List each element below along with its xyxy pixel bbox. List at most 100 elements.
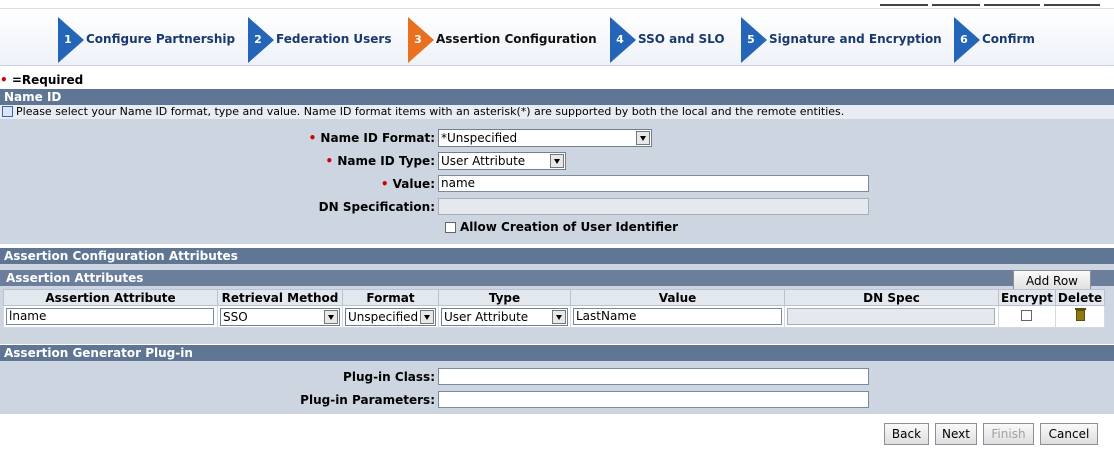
- name-id-type-label: • Name ID Type:: [325, 154, 435, 168]
- attribute-cell: lname: [3, 305, 218, 328]
- plugin-params-label: Plug-in Parameters:: [300, 392, 435, 407]
- top-tab[interactable]: [932, 0, 980, 6]
- dn-specification-label: DN Specification:: [318, 199, 435, 214]
- name-id-type-value: User Attribute: [441, 154, 526, 168]
- format-select[interactable]: Unspecified: [345, 307, 436, 326]
- required-note-text: =Required: [11, 73, 84, 87]
- top-tab[interactable]: [984, 0, 1040, 6]
- plugin-params-row: Plug-in Parameters:: [138, 391, 869, 408]
- delete-cell: [1054, 305, 1106, 328]
- step-arrow-icon: 4: [610, 17, 636, 63]
- name-id-value-label: • Value:: [380, 176, 435, 191]
- column-header: Value: [570, 289, 785, 306]
- plugin-class-input[interactable]: [438, 368, 869, 385]
- column-header: DN Spec: [784, 289, 999, 306]
- allow-creation-row: Allow Creation of User Identifier: [445, 220, 678, 234]
- step-number: 4: [616, 33, 624, 46]
- top-tab-strip: [880, 0, 1100, 8]
- assertion-attributes-header: Assertion Attributes: [0, 270, 1114, 286]
- top-tab[interactable]: [1044, 0, 1100, 6]
- plugin-class-label: Plug-in Class:: [343, 369, 435, 384]
- table-header-row: Assertion Attribute Retrieval Method For…: [3, 289, 1106, 306]
- wizard-step-2[interactable]: 2 Federation Users: [248, 17, 392, 63]
- name-id-format-value: *Unspecified: [441, 131, 518, 145]
- assertion-config-header: Assertion Configuration Attributes: [0, 248, 1114, 264]
- type-value: User Attribute: [444, 309, 529, 324]
- top-tab[interactable]: [880, 0, 928, 6]
- chevron-down-icon: [420, 309, 434, 324]
- column-header: Format: [342, 289, 439, 306]
- next-button[interactable]: Next: [935, 423, 977, 445]
- dn-specification-row: DN Specification:: [138, 198, 869, 215]
- chevron-down-icon: [324, 309, 338, 324]
- name-id-value-input[interactable]: name: [438, 175, 869, 192]
- column-header: Delete: [1054, 289, 1106, 306]
- column-header: Assertion Attribute: [3, 289, 218, 306]
- wizard-step-3[interactable]: 3 Assertion Configuration: [408, 17, 597, 63]
- plugin-panel: Plug-in Class: Plug-in Parameters:: [0, 361, 1114, 414]
- name-id-type-row: • Name ID Type: User Attribute: [138, 152, 566, 170]
- column-header: Type: [438, 289, 571, 306]
- plugin-class-row: Plug-in Class:: [138, 368, 869, 385]
- step-number: 2: [254, 33, 262, 46]
- step-label: Configure Partnership: [86, 32, 236, 46]
- step-label: SSO and SLO: [638, 32, 725, 46]
- name-id-value-row: • Value: name: [138, 175, 869, 192]
- step-label: Signature and Encryption: [769, 32, 942, 46]
- trash-icon[interactable]: [1074, 307, 1086, 321]
- encrypt-cell: [998, 305, 1056, 328]
- assertion-attribute-input[interactable]: lname: [6, 308, 214, 325]
- table-row: lname SSO Unspecified User Attribute Las…: [3, 305, 1106, 328]
- chevron-down-icon: [552, 309, 566, 324]
- column-header: Encrypt: [998, 289, 1056, 306]
- wizard-step-4[interactable]: 4 SSO and SLO: [610, 17, 725, 63]
- encrypt-checkbox[interactable]: [1021, 309, 1033, 321]
- allow-creation-label: Allow Creation of User Identifier: [460, 220, 679, 234]
- info-icon: [2, 106, 13, 117]
- wizard-step-6[interactable]: 6 Confirm: [954, 17, 1035, 63]
- dn-spec-cell: [784, 305, 999, 328]
- back-button[interactable]: Back: [884, 423, 929, 445]
- plugin-params-input[interactable]: [438, 391, 869, 408]
- step-arrow-icon: 2: [248, 17, 274, 63]
- step-arrow-icon: 5: [741, 17, 767, 63]
- retrieval-method-select[interactable]: SSO: [220, 307, 340, 326]
- value-cell: LastName: [570, 305, 785, 328]
- retrieval-method-value: SSO: [223, 309, 248, 324]
- name-id-info-text: Please select your Name ID format, type …: [16, 105, 845, 118]
- name-id-format-label: • Name ID Format:: [308, 131, 435, 145]
- dn-specification-input[interactable]: [438, 198, 869, 215]
- column-header: Retrieval Method: [217, 289, 343, 306]
- wizard-step-5[interactable]: 5 Signature and Encryption: [741, 17, 942, 63]
- value-input[interactable]: LastName: [573, 308, 782, 325]
- name-id-header: Name ID: [0, 89, 1114, 105]
- name-id-type-select[interactable]: User Attribute: [438, 152, 566, 170]
- cancel-button[interactable]: Cancel: [1040, 423, 1098, 445]
- format-value: Unspecified: [348, 309, 419, 324]
- chevron-down-icon: [636, 131, 650, 145]
- dn-spec-input[interactable]: [787, 308, 995, 325]
- required-dot-icon: •: [0, 73, 8, 87]
- format-cell: Unspecified: [342, 305, 439, 328]
- wizard-step-1[interactable]: 1 Configure Partnership: [58, 17, 236, 63]
- step-number: 1: [64, 33, 72, 46]
- name-id-info: Please select your Name ID format, type …: [0, 105, 1114, 119]
- name-id-panel: Please select your Name ID format, type …: [0, 105, 1114, 244]
- type-select[interactable]: User Attribute: [441, 307, 568, 326]
- allow-creation-checkbox[interactable]: [445, 221, 456, 233]
- step-number: 6: [960, 33, 968, 46]
- required-note: • =Required: [0, 73, 83, 87]
- step-arrow-icon: 1: [58, 17, 84, 63]
- chevron-down-icon: [550, 154, 564, 168]
- step-arrow-icon: 3: [408, 17, 434, 63]
- step-label: Federation Users: [276, 32, 392, 46]
- plugin-header: Assertion Generator Plug-in: [0, 345, 1114, 361]
- step-number: 5: [747, 33, 755, 46]
- step-label: Assertion Configuration: [436, 32, 597, 46]
- step-arrow-icon: 6: [954, 17, 980, 63]
- assertion-attributes-table: Assertion Attribute Retrieval Method For…: [3, 289, 1106, 328]
- name-id-format-select[interactable]: *Unspecified: [438, 129, 652, 147]
- retrieval-cell: SSO: [217, 305, 343, 328]
- type-cell: User Attribute: [438, 305, 571, 328]
- finish-button[interactable]: Finish: [983, 423, 1034, 445]
